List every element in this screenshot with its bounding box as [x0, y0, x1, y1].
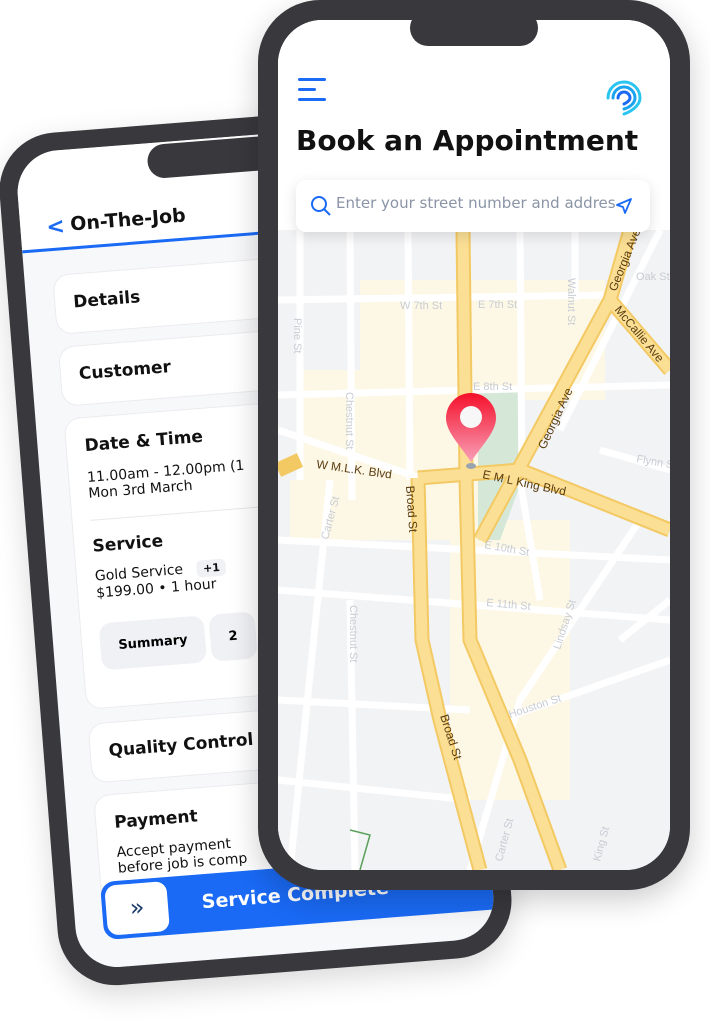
double-chevron-right-icon[interactable]: » — [104, 881, 170, 936]
street-label: Oak St — [636, 271, 670, 283]
search-icon — [311, 196, 331, 216]
street-label: Walnut St — [565, 278, 577, 325]
tab-2[interactable]: 2 — [208, 611, 258, 662]
street-label: E 8th St — [473, 381, 512, 393]
hamburger-menu-icon[interactable] — [298, 78, 326, 102]
navigation-arrow-icon[interactable] — [616, 198, 632, 214]
back-chevron-icon[interactable]: < — [45, 214, 65, 240]
notch — [410, 10, 538, 46]
street-label: Pine St — [291, 318, 303, 353]
front-phone: W 7th St E 7th St E 8th St Walnut St Pin… — [258, 0, 690, 890]
extra-badge: +1 — [196, 558, 227, 578]
street-label: W 7th St — [400, 300, 442, 312]
page-title: Book an Appointment — [296, 124, 639, 157]
pin-shadow — [466, 463, 476, 469]
book-appointment-screen: W 7th St E 7th St E 8th St Walnut St Pin… — [278, 20, 670, 870]
fingerprint-logo-icon — [606, 80, 642, 116]
screen-title: On-The-Job — [69, 204, 187, 236]
street-label: Chestnut St — [343, 392, 355, 449]
address-search[interactable] — [296, 180, 650, 232]
summary-tab[interactable]: Summary — [98, 615, 208, 671]
street-label: E 7th St — [478, 299, 517, 311]
street-label: Chestnut St — [347, 605, 359, 662]
address-input[interactable] — [336, 194, 616, 212]
